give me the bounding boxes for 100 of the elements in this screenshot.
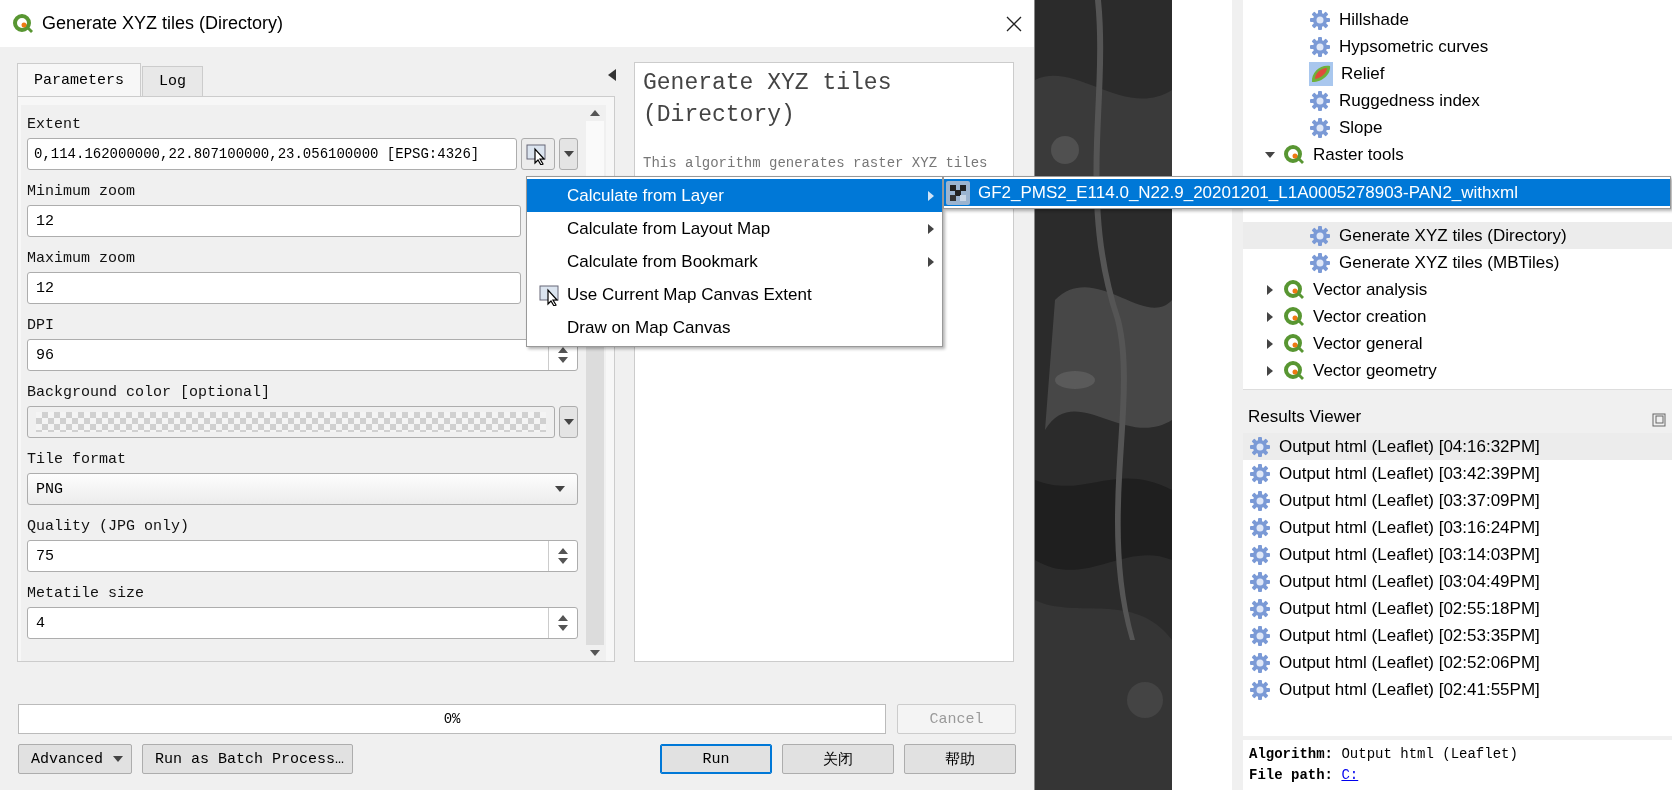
- logo-icon: [1283, 332, 1305, 355]
- submenu-arrow-icon: [928, 223, 934, 234]
- detail-label: File path:: [1249, 767, 1333, 783]
- collapse-arrow-icon[interactable]: [608, 69, 616, 81]
- result-label: Output html (Leaflet) [03:04:49PM]: [1279, 571, 1540, 592]
- detail-value: Output html (Leaflet): [1341, 746, 1518, 762]
- result-label: Output html (Leaflet) [03:37:09PM]: [1279, 490, 1540, 511]
- gear-icon: [1309, 8, 1331, 31]
- tree-item-label: Slope: [1339, 117, 1383, 138]
- parameter-label: Extent: [27, 115, 82, 135]
- panel-title: Results Viewer: [1248, 407, 1362, 427]
- tree-item-label: Ruggedness index: [1339, 90, 1480, 111]
- tree-item-label: Relief: [1341, 63, 1385, 84]
- color-dropdown-button[interactable]: [559, 406, 578, 438]
- tree-item[interactable]: Generate XYZ tiles (MBTiles): [1243, 249, 1672, 276]
- submenu-arrow-icon: [928, 190, 934, 201]
- dialog-button[interactable]: 帮助: [904, 744, 1016, 774]
- gear-icon: [1249, 597, 1271, 620]
- tree-item[interactable]: Vector geometry: [1313, 360, 1437, 381]
- tab[interactable]: Parameters: [17, 63, 141, 96]
- gear-icon: [1249, 435, 1271, 458]
- menu-item[interactable]: Use Current Map Canvas Extent: [527, 278, 942, 311]
- extent-dropdown-button[interactable]: [559, 138, 578, 170]
- input-field[interactable]: 12: [27, 205, 521, 237]
- tree-item[interactable]: Vector creation: [1313, 306, 1427, 327]
- parameter-label: Tile format: [27, 450, 128, 470]
- result-label: Output html (Leaflet) [02:41:55PM]: [1279, 679, 1540, 700]
- tree-item[interactable]: Vector analysis: [1313, 279, 1428, 300]
- result-label: Output html (Leaflet) [03:14:03PM]: [1279, 544, 1540, 565]
- menu-item[interactable]: Calculate from Layout Map: [527, 212, 942, 245]
- close-icon[interactable]: [1006, 15, 1022, 32]
- float-panel-icon[interactable]: [1652, 413, 1666, 427]
- gear-icon: [1249, 651, 1271, 674]
- progress-label: 0%: [443, 711, 461, 727]
- color-field[interactable]: [27, 406, 555, 438]
- gear-icon: [1309, 89, 1331, 112]
- gear-icon: [1249, 462, 1271, 485]
- extent-field[interactable]: 0,114.162000000,22.807100000,23.056100000 [EPSG:4326]: [27, 138, 517, 170]
- spin-field[interactable]: 96: [27, 339, 578, 371]
- tree-item[interactable]: Relief: [1243, 60, 1672, 87]
- window-title: Generate XYZ tiles (Directory): [42, 13, 285, 34]
- tree-item-label: Generate XYZ tiles (Directory): [1339, 225, 1567, 246]
- spin-arrows-icon[interactable]: [557, 346, 569, 364]
- gear-icon: [1309, 116, 1331, 139]
- logo-icon: [1283, 305, 1305, 328]
- dialog-button[interactable]: 关闭: [782, 744, 894, 774]
- spin-arrows-icon[interactable]: [557, 614, 569, 632]
- menu-item[interactable]: Calculate from Layer: [527, 179, 942, 212]
- menu-item[interactable]: Calculate from Bookmark: [527, 245, 942, 278]
- gear-icon: [1249, 678, 1271, 701]
- result-label: Output html (Leaflet) [04:16:32PM]: [1279, 436, 1540, 457]
- tree-item[interactable]: Hillshade: [1243, 6, 1672, 33]
- caret-icon: [555, 486, 565, 492]
- tree-item[interactable]: Generate XYZ tiles (Directory): [1243, 222, 1672, 249]
- map-extent-button[interactable]: [521, 138, 555, 170]
- result-item[interactable]: Output html (Leaflet) [04:16:32PM]: [1243, 433, 1672, 460]
- logo-icon: [1283, 359, 1305, 382]
- dialog-button[interactable]: Run: [660, 744, 772, 774]
- result-label: Output html (Leaflet) [03:16:24PM]: [1279, 517, 1540, 538]
- format-dropdown[interactable]: PNG: [27, 473, 578, 505]
- input-field[interactable]: 12: [27, 272, 521, 304]
- tree-item[interactable]: Hypsometric curves: [1243, 33, 1672, 60]
- raster-icon: [946, 180, 970, 205]
- logo-icon: [12, 12, 34, 35]
- menu-item[interactable]: GF2_PMS2_E114.0_N22.9_20201201_L1A0005278903-PAN2_withxml: [944, 179, 1670, 206]
- parameter-label: Quality (JPG only): [27, 517, 191, 537]
- relief-icon: [1309, 61, 1333, 86]
- batch-button[interactable]: Run as Batch Process…: [142, 744, 354, 774]
- gear-icon: [1309, 251, 1331, 274]
- gear-icon: [1309, 224, 1331, 247]
- caret-icon: [113, 756, 123, 762]
- caret-icon: [563, 151, 574, 157]
- tree-item-label: Hillshade: [1339, 9, 1409, 30]
- gear-icon: [1249, 570, 1271, 593]
- parameter-label: Background color [optional]: [27, 383, 272, 403]
- gear-icon: [1249, 516, 1271, 539]
- tab[interactable]: Log: [142, 66, 204, 96]
- tree-item-label: Hypsometric curves: [1339, 36, 1489, 57]
- advanced-dropdown-button[interactable]: Advanced: [18, 744, 132, 774]
- submenu-arrow-icon: [928, 256, 934, 267]
- file-path-link[interactable]: C:: [1341, 767, 1359, 783]
- tree-item-label: Generate XYZ tiles (MBTiles): [1339, 252, 1560, 273]
- gear-icon: [1249, 543, 1271, 566]
- result-label: Output html (Leaflet) [02:53:35PM]: [1279, 625, 1540, 646]
- help-text: This algorithm generates raster XYZ tiles: [643, 155, 989, 171]
- logo-icon: [1283, 143, 1305, 166]
- spin-field[interactable]: 75: [27, 540, 578, 572]
- gear-icon: [1309, 35, 1331, 58]
- tree-item[interactable]: Vector general: [1313, 333, 1423, 354]
- spin-field[interactable]: 4: [27, 607, 578, 639]
- help-title: Generate XYZ tiles (Directory): [643, 69, 893, 130]
- spin-arrows-icon[interactable]: [557, 547, 569, 565]
- tree-item[interactable]: Raster tools: [1313, 144, 1404, 165]
- result-label: Output html (Leaflet) [02:52:06PM]: [1279, 652, 1540, 673]
- caret-icon: [563, 419, 574, 425]
- tree-item[interactable]: Slope: [1243, 114, 1672, 141]
- result-label: Output html (Leaflet) [02:55:18PM]: [1279, 598, 1540, 619]
- tree-item[interactable]: Ruggedness index: [1243, 87, 1672, 114]
- gear-icon: [1249, 489, 1271, 512]
- gear-icon: [1249, 624, 1271, 647]
